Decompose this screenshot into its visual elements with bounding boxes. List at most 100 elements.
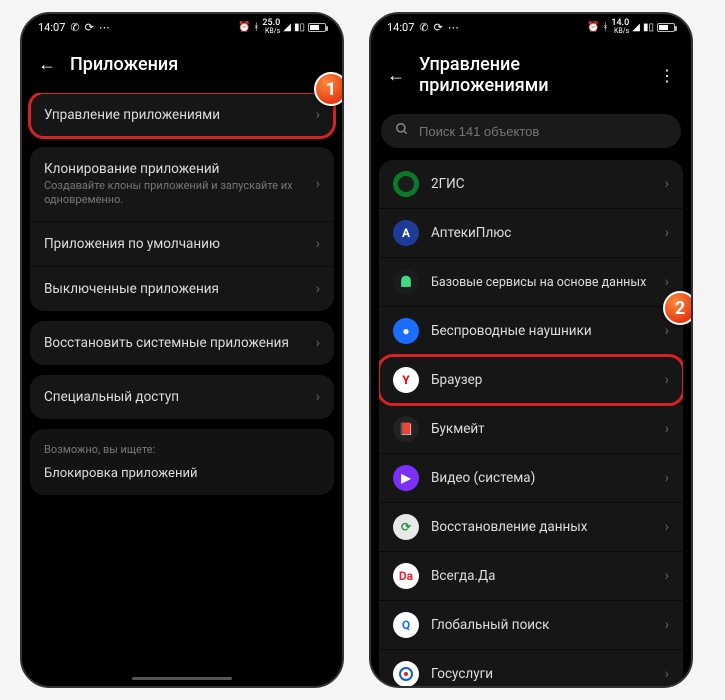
alarm-icon: ⏰ (587, 22, 599, 33)
app-label: Всегда.Да (431, 568, 653, 584)
app-row-globalsearch[interactable]: Q Глобальный поиск › (379, 600, 683, 649)
search-icon (395, 122, 409, 140)
search-bar[interactable] (381, 114, 681, 148)
app-label: 2ГИС (431, 176, 653, 192)
hint-title: Возможно, вы ищете: (44, 443, 320, 456)
group-secondary: Клонирование приложений Создавайте клоны… (30, 147, 334, 311)
row-label: Управление приложениями (44, 107, 304, 123)
status-time: 14:07 (38, 21, 65, 34)
app-row-earbuds[interactable]: ● Беспроводные наушники › (379, 306, 683, 355)
row-special-access[interactable]: Специальный доступ › (30, 375, 334, 419)
step-badge-2: 2 (663, 291, 693, 325)
status-time: 14:07 (387, 21, 414, 34)
row-clone-apps[interactable]: Клонирование приложений Создавайте клоны… (30, 147, 334, 221)
app-row-apteki[interactable]: А АптекиПлюс › (379, 208, 683, 257)
bluetooth-icon: ᚼ (253, 22, 259, 33)
more-icon: ⋯ (448, 21, 459, 34)
app-row-browser[interactable]: Y Браузер › (379, 355, 683, 404)
group-special: Специальный доступ › (30, 375, 334, 419)
search-input[interactable] (419, 124, 667, 139)
app-row-recovery[interactable]: ⟳ Восстановление данных › (379, 502, 683, 551)
app-label: Глобальный поиск (431, 617, 653, 633)
row-label: Восстановить системные приложения (44, 335, 304, 351)
app-icon-android (393, 269, 419, 295)
app-label: Базовые сервисы на основе данных (431, 275, 653, 290)
row-manage-apps[interactable]: Управление приложениями › (30, 93, 334, 137)
phone-right: 14:07 ✆ ⟳ ⋯ ⏰ ᚼ 14.0KB/s ◢ ▮▯ ← Управлен… (369, 12, 693, 688)
app-icon-2gis (393, 171, 419, 197)
app-label: Восстановление данных (431, 519, 653, 535)
battery-icon (308, 23, 326, 32)
app-icon-vsegdada: Da (393, 563, 419, 589)
more-icon: ⋯ (99, 21, 110, 34)
bluetooth-icon: ᚼ (602, 22, 608, 33)
app-icon-apteki: А (393, 220, 419, 246)
signal-icon: ▮▯ (643, 22, 654, 33)
back-icon[interactable]: ← (38, 54, 56, 75)
status-bar: 14:07 ✆ ⟳ ⋯ ⏰ ᚼ 25.0KB/s ◢ ▮▯ (22, 14, 342, 40)
app-label: Беспроводные наушники (431, 323, 653, 339)
chevron-right-icon: › (665, 568, 669, 584)
row-default-apps[interactable]: Приложения по умолчанию › (30, 221, 334, 266)
chevron-right-icon: › (316, 335, 320, 351)
chevron-right-icon: › (665, 372, 669, 388)
row-label: Клонирование приложений Создавайте клоны… (44, 161, 304, 207)
row-label: Выключенные приложения (44, 281, 304, 297)
header: ← Управление приложениями ⋮ (371, 40, 691, 114)
chevron-right-icon: › (316, 236, 320, 252)
app-row-video[interactable]: ▶ Видео (система) › (379, 453, 683, 502)
chevron-right-icon: › (665, 519, 669, 535)
app-row-2gis[interactable]: 2ГИС › (379, 160, 683, 208)
data-speed: 25.0KB/s (262, 19, 280, 35)
row-subtitle: Создавайте клоны приложений и запускайте… (44, 179, 304, 207)
chevron-right-icon: › (665, 617, 669, 633)
app-row-baseservices[interactable]: Базовые сервисы на основе данных › (379, 257, 683, 306)
page-title: Приложения (70, 54, 326, 75)
alarm-icon: ⏰ (238, 22, 250, 33)
step-badge-1: 1 (314, 72, 344, 106)
chevron-right-icon: › (665, 470, 669, 486)
group-primary: Управление приложениями › (30, 93, 334, 137)
back-icon[interactable]: ← (387, 65, 405, 86)
hint-box: Возможно, вы ищете: Блокировка приложени… (30, 429, 334, 495)
phone-left: 14:07 ✆ ⟳ ⋯ ⏰ ᚼ 25.0KB/s ◢ ▮▯ ← Приложен… (20, 12, 344, 688)
group-restore: Восстановить системные приложения › (30, 321, 334, 365)
app-icon-video: ▶ (393, 465, 419, 491)
chevron-right-icon: › (316, 107, 320, 123)
app-row-gosuslugi[interactable]: Госуслуги › (379, 649, 683, 686)
chevron-right-icon: › (665, 323, 669, 339)
battery-icon (657, 23, 675, 32)
chevron-right-icon: › (316, 389, 320, 405)
wifi-icon: ◢ (632, 22, 640, 33)
home-indicator[interactable] (132, 677, 232, 680)
sync-icon: ⟳ (434, 21, 443, 34)
row-label: Специальный доступ (44, 389, 304, 405)
chevron-right-icon: › (665, 176, 669, 192)
app-icon-bookmate: 📕 (393, 416, 419, 442)
chevron-right-icon: › (665, 421, 669, 437)
chevron-right-icon: › (665, 666, 669, 682)
chevron-right-icon: › (316, 176, 320, 192)
app-icon-recovery: ⟳ (393, 514, 419, 540)
app-row-vsegdada[interactable]: Da Всегда.Да › (379, 551, 683, 600)
header: ← Приложения (22, 40, 342, 93)
sync-icon: ⟳ (85, 21, 94, 34)
chevron-right-icon: › (665, 274, 669, 290)
row-restore-system[interactable]: Восстановить системные приложения › (30, 321, 334, 365)
chevron-right-icon: › (665, 225, 669, 241)
app-row-bookmate[interactable]: 📕 Букмейт › (379, 404, 683, 453)
whatsapp-icon: ✆ (70, 21, 79, 34)
data-speed: 14.0KB/s (611, 19, 629, 35)
chevron-right-icon: › (316, 281, 320, 297)
signal-icon: ▮▯ (294, 22, 305, 33)
more-icon[interactable]: ⋮ (659, 66, 675, 85)
app-label: Видео (система) (431, 470, 653, 486)
app-label: Браузер (431, 372, 653, 388)
app-label: АптекиПлюс (431, 225, 653, 241)
app-icon-globalsearch: Q (393, 612, 419, 638)
hint-item[interactable]: Блокировка приложений (44, 466, 320, 481)
row-disabled-apps[interactable]: Выключенные приложения › (30, 266, 334, 311)
app-icon-earbuds: ● (393, 318, 419, 344)
page-title: Управление приложениями (419, 54, 645, 96)
app-list: 2ГИС › А АптекиПлюс › Базовые сервисы на… (379, 160, 683, 686)
